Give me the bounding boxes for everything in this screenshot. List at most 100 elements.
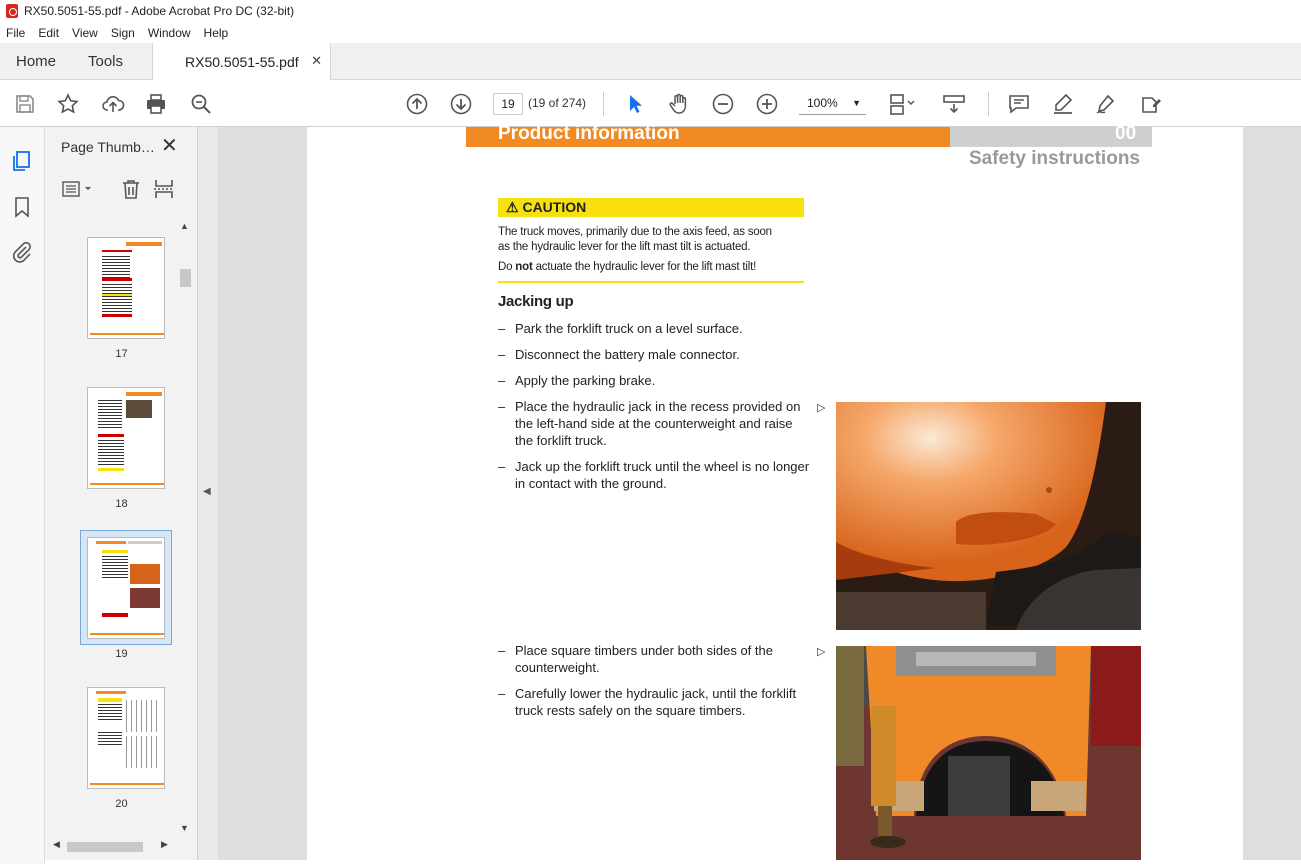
star-icon[interactable] <box>55 91 81 117</box>
caution-label: CAUTION <box>522 199 587 215</box>
upload-icon[interactable] <box>100 91 126 117</box>
hand-icon[interactable] <box>666 91 692 117</box>
page-count-label: (19 of 274) <box>528 96 587 110</box>
main-toolbar: 19 (19 of 274) 100% ▼ <box>0 80 1301 127</box>
list-item-text: Apply the parking brake. <box>515 373 656 388</box>
scroll-left-icon[interactable]: ◀ <box>53 839 60 850</box>
attachment-icon[interactable] <box>10 240 34 264</box>
save-icon[interactable] <box>12 91 38 117</box>
comment-icon[interactable] <box>1006 91 1032 117</box>
thumbnail-label: 18 <box>115 498 128 510</box>
thumbnail-page[interactable] <box>87 237 165 339</box>
list-item: – Place the hydraulic jack in the recess … <box>498 398 808 450</box>
toolbar-divider <box>603 92 604 116</box>
zoom-search-icon[interactable] <box>188 91 214 117</box>
left-navigation-rail <box>0 127 45 864</box>
page-layout-icon[interactable] <box>886 91 920 117</box>
acrobat-app-icon <box>6 4 18 18</box>
thumbnail-page-selected[interactable] <box>87 537 165 639</box>
list-item: – Disconnect the battery male connector. <box>498 346 808 364</box>
page-thumbnails-icon[interactable] <box>10 149 34 173</box>
chevron-down-icon: ▼ <box>852 98 861 108</box>
list-dash: – <box>498 643 506 658</box>
thumbnail-list: 17 18 19 20 <box>45 219 178 837</box>
tab-document-label: RX50.5051-55.pdf <box>185 53 299 70</box>
menu-help[interactable]: Help <box>204 26 229 40</box>
list-item: – Park the forklift truck on a level surf… <box>498 320 808 338</box>
scroll-right-icon[interactable]: ▶ <box>161 839 168 850</box>
thumbnail-horizontal-scrollbar[interactable]: ◀ ▶ <box>53 839 171 853</box>
panel-collapse-strip[interactable]: ◀ <box>198 127 218 860</box>
select-cursor-icon[interactable] <box>622 91 648 117</box>
caution-text-emphasis: not <box>515 261 533 273</box>
list-dash: – <box>498 459 506 474</box>
thumbnail-label: 20 <box>115 798 128 810</box>
section-title: Safety instructions <box>968 148 1140 169</box>
thumbnail-label: 17 <box>115 348 128 360</box>
thumbnail-page[interactable] <box>87 687 165 789</box>
collapse-panel-icon[interactable]: ◀ <box>203 486 211 497</box>
next-page-icon[interactable] <box>448 91 474 117</box>
window-title: RX50.5051-55.pdf - Adobe Acrobat Pro DC … <box>24 4 295 18</box>
caution-text-line: Do not actuate the hydraulic lever for t… <box>498 261 756 273</box>
toolbar-divider <box>988 92 989 116</box>
header-orange-slant <box>912 127 951 147</box>
extract-page-icon[interactable] <box>152 177 176 201</box>
caution-text-part: Do <box>498 261 516 273</box>
header-title: Product information <box>498 123 680 144</box>
list-item: – Apply the parking brake. <box>498 372 808 390</box>
zoom-level-select[interactable]: 100% ▼ <box>799 93 866 115</box>
delete-page-icon[interactable] <box>119 177 143 201</box>
thumbnail-page[interactable] <box>87 387 165 489</box>
list-item: – Carefully lower the hydraulic jack, unt… <box>498 685 808 721</box>
zoom-in-icon[interactable] <box>754 91 780 117</box>
menu-view[interactable]: View <box>72 26 98 40</box>
scroll-thumb[interactable] <box>67 842 143 852</box>
thumbnail-label: 19 <box>115 648 128 660</box>
bookmark-icon[interactable] <box>10 195 34 219</box>
caution-banner: ⚠ CAUTION <box>498 198 804 217</box>
zoom-out-icon[interactable] <box>710 91 736 117</box>
page-number-input[interactable]: 19 <box>493 93 523 115</box>
menu-sign[interactable]: Sign <box>111 26 135 40</box>
print-icon[interactable] <box>143 91 169 117</box>
panel-toolbar <box>45 171 198 207</box>
scroll-mode-icon[interactable] <box>941 91 967 117</box>
warning-icon: ⚠ <box>506 199 519 215</box>
caution-underline <box>498 281 804 283</box>
menu-bar: File Edit View Sign Window Help <box>0 22 1301 43</box>
list-item: – Jack up the forklift truck until the wh… <box>498 458 809 494</box>
zoom-level-value: 100% <box>807 96 838 110</box>
caution-text-line: as the hydraulic lever for the lift mast… <box>498 241 751 253</box>
close-panel-icon[interactable]: ✕ <box>161 133 178 158</box>
section-heading: Jacking up <box>498 293 574 310</box>
panel-title: Page Thumb… <box>61 139 155 155</box>
list-item-text: Carefully lower the hydraulic jack, unti… <box>515 686 797 718</box>
sign-icon[interactable] <box>1093 91 1119 117</box>
list-item-text: Disconnect the battery male connector. <box>515 347 740 362</box>
highlight-icon[interactable] <box>1050 91 1076 117</box>
scroll-thumb[interactable] <box>180 269 191 287</box>
close-tab-icon[interactable]: ✕ <box>311 53 322 69</box>
fill-sign-icon[interactable] <box>1138 91 1164 117</box>
caution-text-line: The truck moves, primarily due to the ax… <box>498 226 772 238</box>
scroll-down-icon[interactable]: ▼ <box>180 823 189 833</box>
menu-edit[interactable]: Edit <box>38 26 59 40</box>
document-viewer: Product information 00 Safety instructio… <box>218 123 1301 860</box>
tab-document[interactable]: RX50.5051-55.pdf ✕ <box>152 43 331 80</box>
timbers-support-photo <box>836 646 1141 860</box>
tab-tools[interactable]: Tools <box>88 43 123 80</box>
chapter-number: 00 <box>1115 123 1137 144</box>
thumbnail-options-icon[interactable] <box>61 179 95 199</box>
figure-pointer-icon: ▷ <box>817 402 826 414</box>
menu-window[interactable]: Window <box>148 26 191 40</box>
tab-home[interactable]: Home <box>16 43 56 80</box>
menu-file[interactable]: File <box>6 26 25 40</box>
prev-page-icon[interactable] <box>404 91 430 117</box>
scroll-up-icon[interactable]: ▲ <box>180 221 189 231</box>
list-dash: – <box>498 373 506 388</box>
list-item-text: Park the forklift truck on a level surfa… <box>515 321 743 336</box>
thumbnail-vertical-scrollbar[interactable]: ▲ ▼ <box>178 219 192 839</box>
title-bar: RX50.5051-55.pdf - Adobe Acrobat Pro DC … <box>0 0 1301 22</box>
page-thumbnails-panel: Page Thumb… ✕ 17 18 19 20 ▲ ▼ ◀ ▶ <box>45 127 198 860</box>
